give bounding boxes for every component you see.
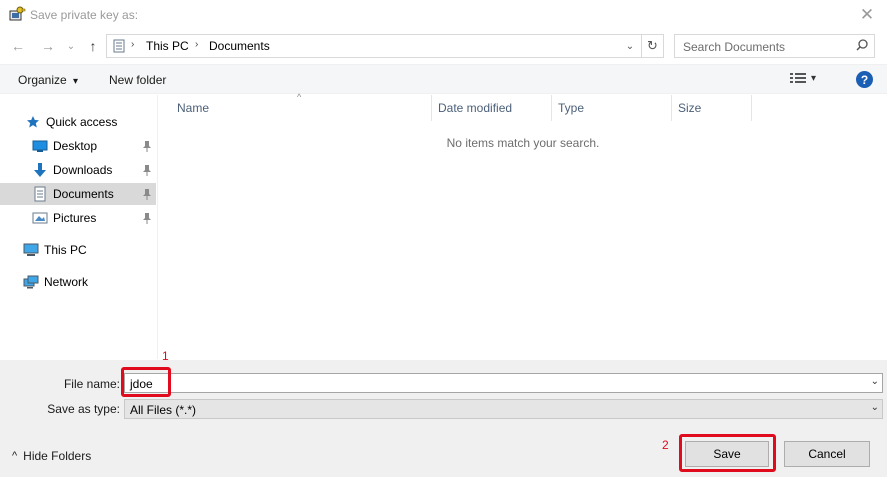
address-bar[interactable]: › This PC › Documents ⌄ ↻: [106, 34, 664, 58]
pin-icon: [143, 165, 151, 176]
column-header-label: Name: [177, 101, 210, 115]
puttygen-key-icon: [9, 6, 26, 21]
close-button[interactable]: ✕: [847, 0, 887, 30]
command-toolbar: Organize ▾ New folder ▾ ?: [0, 64, 887, 94]
sidebar-item-desktop[interactable]: Desktop: [0, 135, 156, 157]
column-header-size[interactable]: Size: [672, 95, 752, 121]
help-icon: ?: [860, 72, 869, 87]
details-view-icon: [790, 73, 806, 83]
chevron-down-icon[interactable]: ⌄: [871, 376, 879, 387]
up-button[interactable]: ↑: [83, 36, 103, 56]
sidebar-item-pictures[interactable]: Pictures: [0, 207, 156, 229]
sidebar-item-this-pc[interactable]: This PC: [0, 239, 156, 261]
sidebar-item-label: Documents: [53, 187, 114, 201]
highlight-file-name: [121, 367, 171, 397]
sidebar-item-label: This PC: [44, 243, 87, 257]
file-list: ^ Name Date modified Type Size No items …: [159, 92, 887, 359]
pin-icon: [143, 141, 151, 152]
sidebar-item-documents[interactable]: Documents: [0, 183, 156, 205]
column-header-label: Type: [558, 101, 585, 115]
empty-list-message: No items match your search.: [446, 136, 600, 150]
save-form-panel: 1 File name: jdoe ⌄ Save as type: All Fi…: [0, 349, 887, 477]
organize-button[interactable]: Organize ▾: [18, 73, 78, 87]
desktop-icon: [32, 138, 48, 154]
save-as-type-select[interactable]: All Files (*.*) ⌄: [124, 399, 883, 419]
new-folder-button[interactable]: New folder: [109, 73, 166, 87]
chevron-down-icon: ⌄: [66, 40, 76, 52]
refresh-icon: ↻: [647, 38, 658, 53]
organize-label: Organize: [18, 73, 67, 87]
sidebar-item-label: Pictures: [53, 211, 97, 225]
back-button[interactable]: ←: [8, 36, 28, 56]
navigation-pane: Quick access Desktop Downloads Documents…: [0, 95, 158, 359]
chevron-down-icon: ▾: [73, 76, 79, 87]
hide-folders-button[interactable]: ^ Hide Folders: [12, 449, 91, 463]
recent-locations-button[interactable]: ⌄: [64, 36, 78, 56]
search-icon[interactable]: [855, 38, 869, 52]
save-as-type-value: All Files (*.*): [130, 403, 197, 417]
column-header-date-modified[interactable]: Date modified: [432, 95, 552, 121]
breadcrumb-this-pc[interactable]: This PC: [146, 39, 189, 53]
address-dropdown-button[interactable]: ⌄: [623, 38, 637, 54]
chevron-down-icon: ⌄: [870, 402, 879, 413]
hide-folders-label: Hide Folders: [23, 449, 92, 463]
chevron-down-icon: ⌄: [625, 40, 635, 52]
chevron-up-icon: ^: [12, 450, 18, 462]
highlight-save-button: [679, 434, 776, 472]
save-as-type-label: Save as type:: [47, 402, 120, 416]
column-header-label: Date modified: [438, 101, 513, 115]
annotation-step-1: 1: [162, 349, 169, 363]
breadcrumb-separator-icon: ›: [131, 39, 135, 50]
computer-icon: [23, 242, 39, 258]
window-title: Save private key as:: [30, 8, 139, 22]
file-name-label: File name:: [63, 377, 120, 391]
search-box[interactable]: Search Documents: [674, 34, 875, 58]
search-input[interactable]: Search Documents: [683, 40, 785, 54]
up-arrow-icon: ↑: [89, 38, 97, 54]
title-bar: Save private key as: ✕: [0, 0, 887, 30]
pin-icon: [143, 213, 151, 224]
breadcrumb-separator-icon: ›: [195, 39, 199, 50]
pictures-icon: [32, 210, 48, 226]
star-icon: [25, 114, 41, 130]
file-name-input[interactable]: jdoe ⌄: [124, 373, 883, 393]
sidebar-item-quick-access[interactable]: Quick access: [0, 111, 156, 133]
refresh-button[interactable]: ↻: [641, 35, 663, 57]
sidebar-item-label: Downloads: [53, 163, 113, 177]
column-header-name[interactable]: Name: [171, 95, 432, 121]
forward-button[interactable]: →: [38, 36, 58, 56]
sidebar-item-network[interactable]: Network: [0, 271, 156, 293]
sidebar-item-label: Network: [44, 275, 89, 289]
sidebar-item-label: Desktop: [53, 139, 98, 153]
breadcrumb-documents[interactable]: Documents: [209, 39, 270, 53]
close-icon: ✕: [859, 5, 875, 24]
back-arrow-icon: ←: [11, 38, 25, 54]
annotation-step-2: 2: [662, 438, 669, 452]
column-header-type[interactable]: Type: [552, 95, 672, 121]
documents-icon: [32, 186, 48, 202]
change-view-button[interactable]: ▾: [790, 72, 816, 84]
downloads-icon: [32, 162, 48, 178]
chevron-down-icon: ▾: [811, 72, 817, 84]
network-icon: [23, 274, 39, 290]
navigation-bar: ← → ⌄ ↑ › This PC › Documents ⌄ ↻ Search…: [0, 32, 887, 60]
sidebar-item-downloads[interactable]: Downloads: [0, 159, 156, 181]
forward-arrow-icon: →: [41, 38, 55, 54]
documents-location-icon: [113, 39, 125, 53]
column-header-label: Size: [678, 101, 702, 115]
help-button[interactable]: ?: [856, 71, 873, 88]
new-folder-label: New folder: [109, 73, 167, 87]
pin-icon: [143, 189, 151, 200]
sidebar-item-label: Quick access: [46, 115, 118, 129]
cancel-button[interactable]: Cancel: [784, 441, 870, 467]
